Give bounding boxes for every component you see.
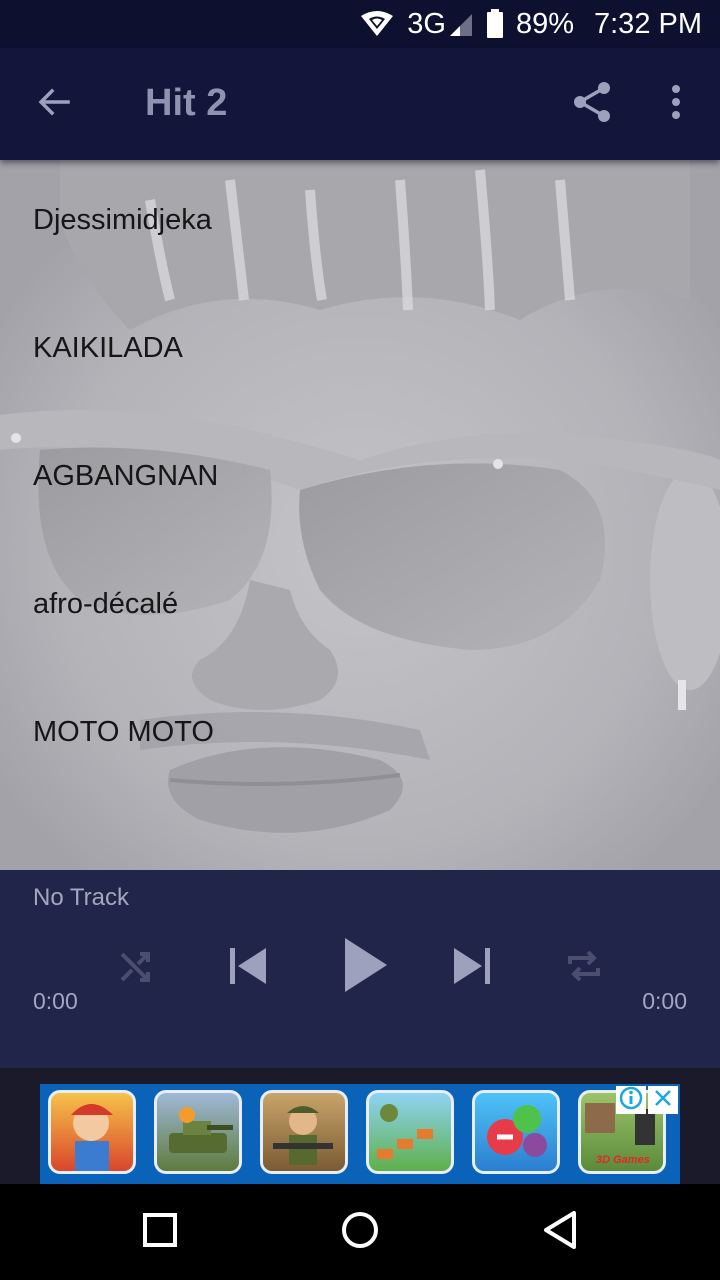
list-item[interactable]: AGBANGNAN bbox=[0, 416, 720, 544]
shuffle-icon bbox=[118, 948, 154, 989]
more-options-button[interactable] bbox=[652, 78, 700, 130]
skip-previous-icon bbox=[228, 946, 268, 991]
list-item[interactable]: MOTO MOTO bbox=[0, 672, 720, 800]
skip-next-icon bbox=[452, 946, 492, 991]
home-button[interactable] bbox=[330, 1202, 390, 1262]
shuffle-button[interactable] bbox=[112, 944, 160, 992]
status-icons: 3G 89% 7:32 PM bbox=[359, 0, 702, 48]
next-button[interactable] bbox=[444, 940, 500, 996]
back-arrow-icon bbox=[36, 84, 72, 125]
system-nav-bar bbox=[0, 1184, 720, 1280]
ad-game-tile[interactable] bbox=[154, 1090, 242, 1174]
elapsed-time: 0:00 bbox=[33, 988, 78, 1014]
back-icon bbox=[542, 1210, 578, 1255]
total-duration: 0:00 bbox=[642, 988, 687, 1014]
share-button[interactable] bbox=[566, 78, 618, 130]
status-bar: 3G 89% 7:32 PM bbox=[0, 0, 720, 48]
previous-button[interactable] bbox=[220, 940, 276, 996]
track-title: MOTO MOTO bbox=[33, 716, 214, 748]
repeat-icon bbox=[564, 946, 604, 991]
list-item[interactable]: KAIKILADA bbox=[0, 288, 720, 416]
back-button[interactable] bbox=[26, 76, 82, 132]
music-player: No Track 0:00 0:00 bbox=[0, 870, 720, 1068]
repeat-button[interactable] bbox=[558, 944, 610, 992]
ad-caption: 3D Games bbox=[596, 1154, 650, 1166]
home-icon bbox=[340, 1210, 380, 1255]
ad-banner[interactable]: 3D Games bbox=[40, 1084, 680, 1184]
ad-game-tile[interactable] bbox=[260, 1090, 348, 1174]
ad-strip: 3D Games bbox=[0, 1068, 720, 1184]
wifi-icon bbox=[359, 10, 395, 38]
track-list: Djessimidjeka KAIKILADA AGBANGNAN afro-d… bbox=[0, 160, 720, 870]
app-bar: Hit 2 bbox=[0, 48, 720, 160]
share-icon bbox=[572, 81, 612, 128]
ad-game-tile[interactable] bbox=[366, 1090, 454, 1174]
list-item[interactable]: afro-décalé bbox=[0, 544, 720, 672]
battery-percent: 89% bbox=[515, 7, 574, 40]
more-vert-icon bbox=[671, 84, 681, 125]
track-title: KAIKILADA bbox=[33, 332, 183, 364]
ad-close-button[interactable] bbox=[648, 1086, 678, 1114]
ad-info-button[interactable] bbox=[616, 1086, 646, 1114]
clock: 7:32 PM bbox=[594, 7, 702, 40]
now-playing-title: No Track bbox=[33, 884, 130, 911]
ad-close-icon bbox=[653, 1088, 673, 1113]
recents-icon bbox=[142, 1212, 178, 1253]
track-title: AGBANGNAN bbox=[33, 460, 219, 492]
page-title: Hit 2 bbox=[145, 82, 228, 124]
recents-button[interactable] bbox=[130, 1202, 190, 1262]
ad-game-tile[interactable] bbox=[472, 1090, 560, 1174]
list-item[interactable]: Djessimidjeka bbox=[0, 160, 720, 288]
battery-icon bbox=[486, 9, 504, 39]
network-type: 3G bbox=[407, 7, 446, 40]
ad-game-tile[interactable] bbox=[48, 1090, 136, 1174]
play-button[interactable] bbox=[334, 932, 396, 1002]
signal-icon bbox=[448, 10, 474, 38]
track-title: afro-décalé bbox=[33, 588, 179, 620]
track-title: Djessimidjeka bbox=[33, 204, 212, 236]
back-nav-button[interactable] bbox=[530, 1202, 590, 1262]
play-icon bbox=[341, 936, 389, 999]
ad-info-icon bbox=[619, 1086, 643, 1115]
